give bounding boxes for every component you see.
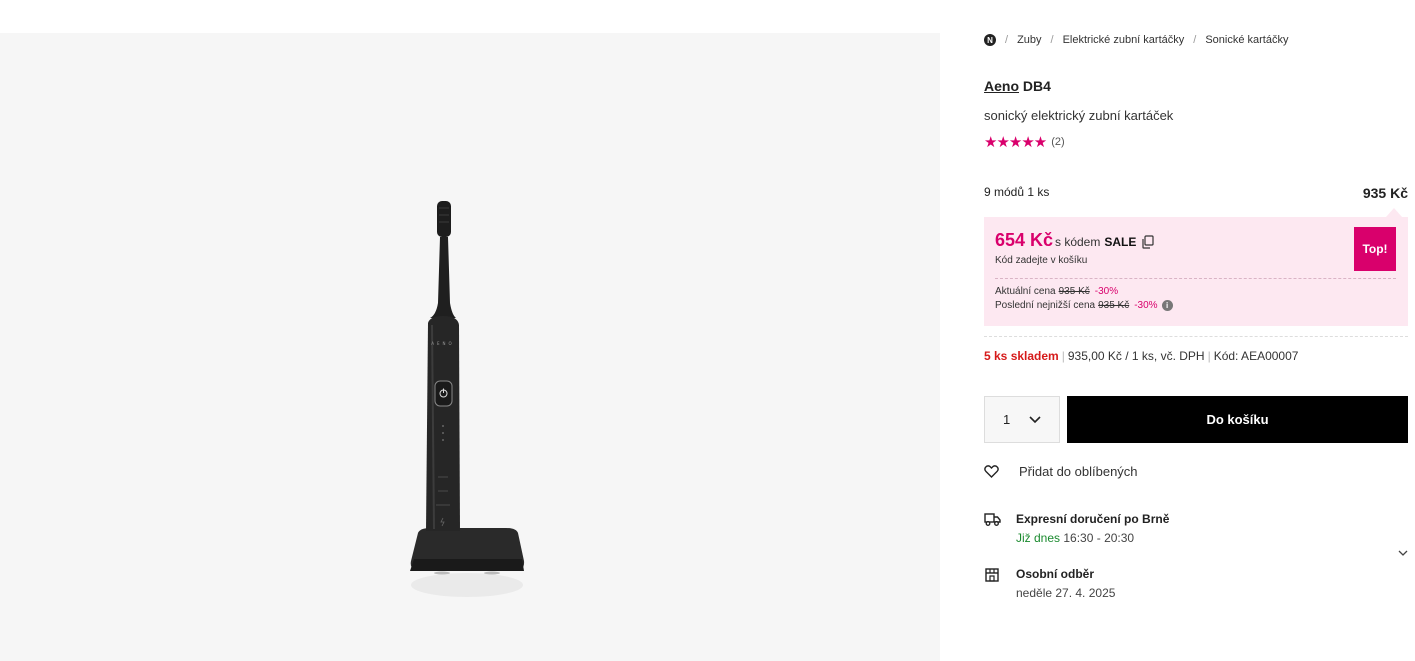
delivery-title: Expresní doručení po Brně — [1016, 512, 1170, 526]
product-image[interactable]: AENO — [395, 193, 545, 613]
breadcrumb: N / Zuby / Elektrické zubní kartáčky / S… — [984, 34, 1288, 46]
chevron-down-icon[interactable] — [1398, 550, 1408, 557]
breadcrumb-separator: / — [1193, 34, 1197, 46]
rating-stars: ★★★★★ — [984, 134, 1047, 151]
truck-icon — [984, 513, 1001, 526]
product-subtitle: sonický elektrický zubní kartáček — [984, 108, 1174, 123]
pickup-title: Osobní odběr — [1016, 567, 1094, 581]
breadcrumb-separator: / — [1005, 34, 1009, 46]
variant-label[interactable]: 9 módů 1 ks — [984, 185, 1049, 199]
breadcrumb-separator: / — [1050, 34, 1054, 46]
lowest-price-row: Poslední nejnižší cena 935 Kč -30% i — [995, 300, 1173, 311]
product-model: DB4 — [1022, 78, 1051, 94]
quantity-select[interactable]: 1 — [984, 396, 1060, 443]
delivery-window: 16:30 - 20:30 — [1063, 531, 1135, 545]
brand-link[interactable]: Aeno — [984, 78, 1019, 94]
current-price-label: Aktuální cena — [995, 286, 1056, 297]
product-gallery[interactable]: AENO — [0, 33, 940, 661]
promo-price: 654 Kč — [995, 230, 1054, 250]
svg-text:AENO: AENO — [431, 341, 454, 346]
breadcrumb-item-sonic-brushes[interactable]: Sonické kartáčky — [1205, 34, 1288, 46]
promo-divider — [995, 278, 1396, 279]
breadcrumb-item-electric-brushes[interactable]: Elektrické zubní kartáčky — [1063, 34, 1185, 46]
home-icon[interactable]: N — [984, 34, 996, 46]
quantity-value: 1 — [1003, 412, 1011, 427]
stock-status: 5 ks skladem — [984, 349, 1059, 363]
promo-note: Kód zadejte v košíku — [995, 255, 1088, 266]
unit-price: 935,00 Kč / 1 ks, vč. DPH — [1067, 349, 1205, 363]
delivery-time: Již dnes 16:30 - 20:30 — [1016, 531, 1134, 545]
add-to-cart-button[interactable]: Do košíku — [1067, 396, 1408, 443]
pickup-date: neděle 27. 4. 2025 — [1016, 586, 1116, 600]
promo-code: SALE — [1104, 235, 1137, 249]
separator: | — [1061, 349, 1065, 363]
stock-line: 5 ks skladem | 935,00 Kč / 1 ks, vč. DPH | K… — [984, 349, 1298, 363]
product-code: Kód: AEA00007 — [1213, 349, 1299, 363]
lowest-price-label: Poslední nejnižší cena — [995, 300, 1096, 311]
promo-code-prefix: s kódem — [1055, 235, 1101, 249]
rating-count[interactable]: (2) — [1051, 136, 1064, 148]
current-old-price: 935 Kč — [1058, 286, 1090, 297]
separator: | — [1207, 349, 1211, 363]
chevron-down-icon — [1029, 415, 1041, 423]
lowest-discount: -30% — [1134, 300, 1158, 311]
promo-code-line: s kódem SALE — [1055, 235, 1154, 249]
product-title: Aeno DB4 — [984, 78, 1051, 94]
promo-box: 654 Kč s kódem SALE Kód zadejte v košíku… — [984, 217, 1408, 326]
current-discount: -30% — [1094, 286, 1119, 297]
delivery-highlight: Již dnes — [1016, 531, 1061, 545]
current-price-row: Aktuální cena 935 Kč -30% — [995, 286, 1118, 297]
breadcrumb-item-zuby[interactable]: Zuby — [1017, 34, 1041, 46]
store-icon — [985, 568, 999, 582]
heart-icon — [984, 465, 999, 478]
info-icon[interactable]: i — [1161, 300, 1173, 311]
copy-icon[interactable] — [1141, 235, 1154, 249]
add-to-favorites[interactable]: Přidat do oblíbených — [984, 464, 1138, 479]
lowest-old-price: 935 Kč — [1098, 300, 1130, 311]
top-badge: Top! — [1354, 227, 1396, 271]
divider — [984, 336, 1408, 337]
variant-price: 935 Kč — [1362, 185, 1408, 201]
rating[interactable]: ★★★★★ (2) — [984, 133, 1065, 151]
favorites-label: Přidat do oblíbených — [1019, 464, 1138, 479]
variant-pointer — [1386, 208, 1402, 217]
